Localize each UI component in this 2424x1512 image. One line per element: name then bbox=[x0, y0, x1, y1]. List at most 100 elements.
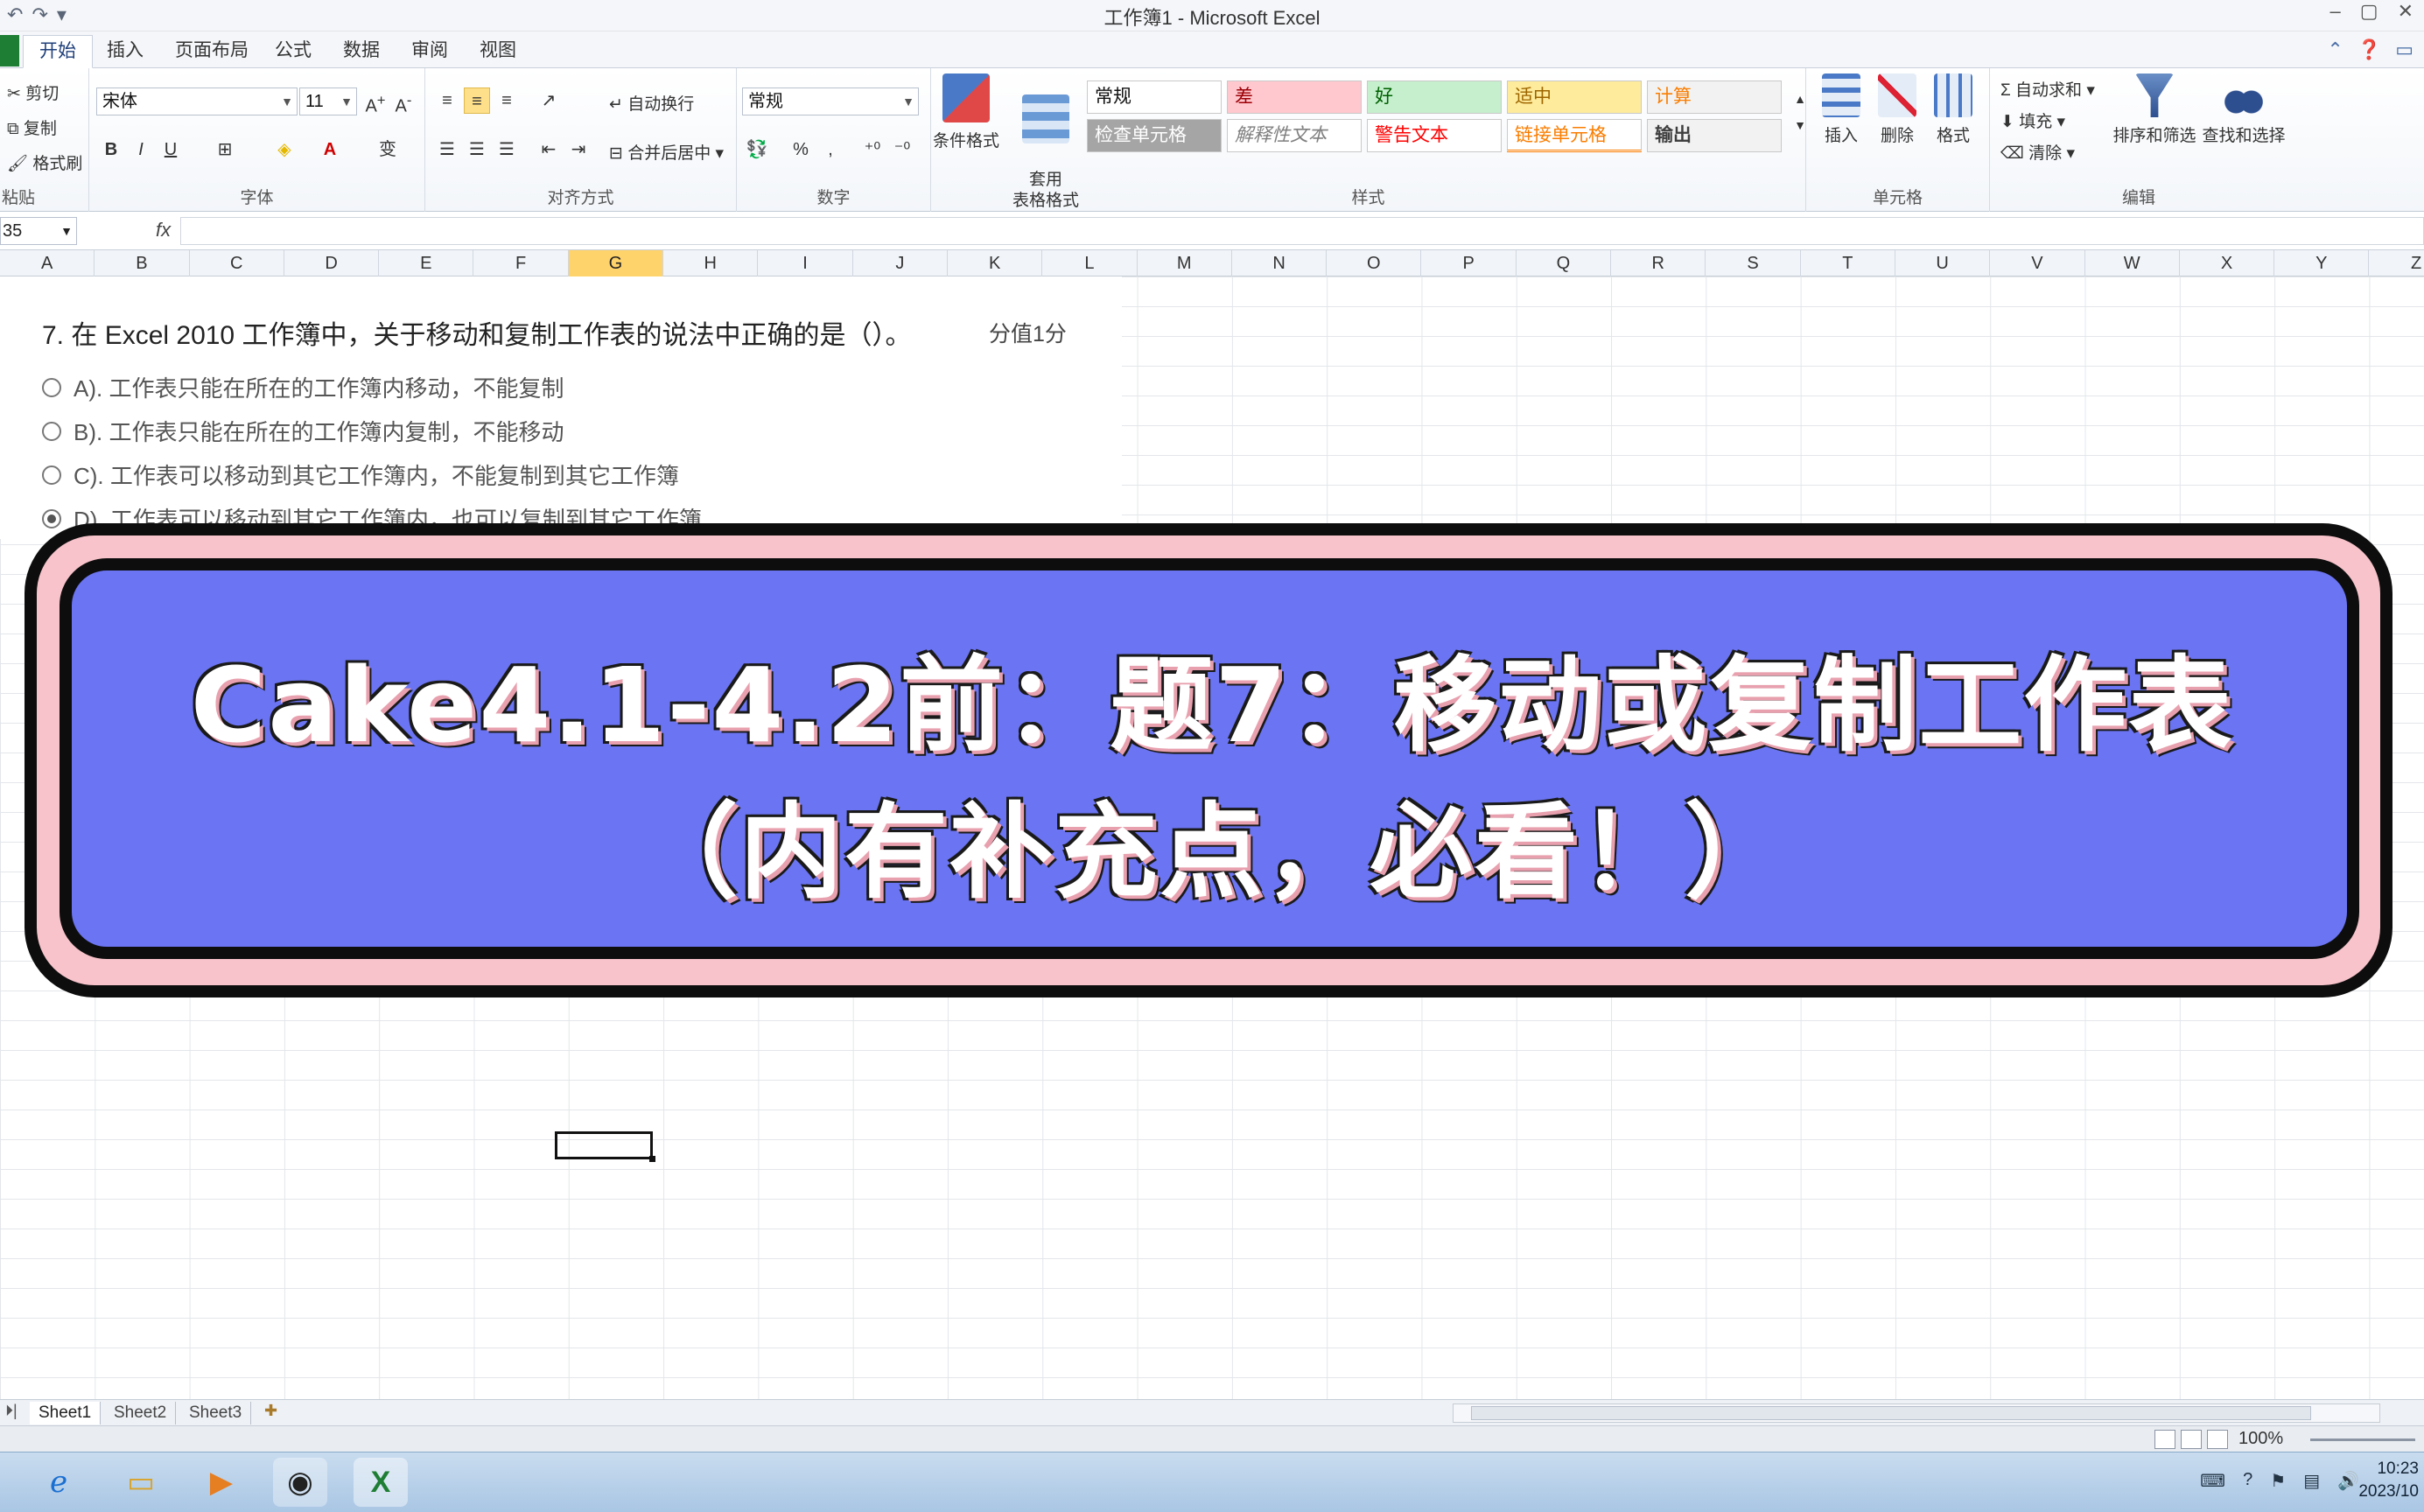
column-header-p[interactable]: P bbox=[1422, 250, 1517, 276]
font-color-icon[interactable]: A bbox=[317, 136, 343, 163]
page-break-view-icon[interactable] bbox=[2207, 1430, 2228, 1449]
tab-insert[interactable]: 插入 bbox=[91, 35, 159, 68]
horizontal-scrollbar[interactable] bbox=[1453, 1404, 2380, 1423]
fill-button[interactable]: ⬇ 填充 ▾ bbox=[2000, 108, 2065, 132]
minimize-button[interactable]: – bbox=[2330, 0, 2341, 23]
phonetic-icon[interactable]: 变 bbox=[375, 136, 401, 163]
column-header-h[interactable]: H bbox=[663, 250, 759, 276]
cut-button[interactable]: ✂ 剪切 bbox=[7, 80, 59, 104]
tab-formulas[interactable]: 公式 bbox=[259, 35, 327, 68]
tab-home[interactable]: 开始 bbox=[23, 35, 93, 68]
format-cells-button[interactable]: 格式 bbox=[1927, 74, 1979, 146]
fill-color-icon[interactable]: ◈ bbox=[271, 136, 298, 163]
column-header-e[interactable]: E bbox=[379, 250, 474, 276]
help-tray-icon[interactable]: ? bbox=[2243, 1470, 2252, 1492]
restore-window-icon[interactable]: ▭ bbox=[2395, 38, 2413, 61]
underline-icon[interactable]: U bbox=[158, 136, 184, 163]
decrease-decimal-icon[interactable]: ⁻⁰ bbox=[889, 136, 915, 163]
media-player-icon[interactable]: ▶ bbox=[194, 1458, 249, 1507]
tab-page-layout[interactable]: 页面布局 bbox=[159, 35, 264, 68]
column-header-u[interactable]: U bbox=[1895, 250, 1991, 276]
decrease-indent-icon[interactable]: ⇤ bbox=[536, 136, 562, 163]
grow-font-icon[interactable]: A+ bbox=[362, 88, 389, 116]
style-bad[interactable]: 差 bbox=[1227, 80, 1362, 114]
file-tab[interactable] bbox=[0, 35, 19, 66]
format-as-table-button[interactable]: 套用 表格格式 bbox=[1005, 74, 1087, 233]
column-header-v[interactable]: V bbox=[1990, 250, 2085, 276]
font-name-combo[interactable]: 宋体 ▼ bbox=[96, 88, 298, 116]
volume-icon[interactable]: 🔊 bbox=[2337, 1470, 2359, 1492]
style-linked-cell[interactable]: 链接单元格 bbox=[1507, 119, 1642, 152]
column-header-q[interactable]: Q bbox=[1517, 250, 1612, 276]
align-middle-icon[interactable]: ≡ bbox=[464, 88, 490, 114]
column-header-g[interactable]: G bbox=[568, 250, 664, 276]
column-header-i[interactable]: I bbox=[758, 250, 853, 276]
tab-review[interactable]: 审阅 bbox=[396, 35, 464, 68]
page-layout-view-icon[interactable] bbox=[2181, 1430, 2202, 1449]
style-output[interactable]: 输出 bbox=[1647, 119, 1782, 152]
zoom-level[interactable]: 100% bbox=[2238, 1429, 2283, 1449]
column-header-o[interactable]: O bbox=[1327, 250, 1422, 276]
comma-style-button[interactable]: , bbox=[817, 136, 844, 163]
maximize-button[interactable]: ▢ bbox=[2360, 0, 2378, 23]
wrap-text-button[interactable]: ↵ 自动换行 bbox=[609, 91, 694, 115]
ribbon-collapse-icon[interactable]: ⌃ bbox=[2327, 38, 2343, 61]
ie-icon[interactable]: ℯ bbox=[32, 1458, 86, 1507]
column-header-j[interactable]: J bbox=[853, 250, 948, 276]
shrink-font-icon[interactable]: A- bbox=[390, 88, 417, 116]
new-sheet-icon[interactable]: ✚ bbox=[264, 1402, 277, 1420]
column-header-w[interactable]: W bbox=[2085, 250, 2180, 276]
sheet-tab-3[interactable]: Sheet3 bbox=[180, 1402, 252, 1424]
column-header-y[interactable]: Y bbox=[2274, 250, 2370, 276]
increase-decimal-icon[interactable]: ⁺⁰ bbox=[859, 136, 886, 163]
column-header-s[interactable]: S bbox=[1706, 250, 1801, 276]
radio-icon[interactable] bbox=[42, 421, 61, 441]
percent-style-button[interactable]: % bbox=[788, 136, 814, 163]
style-normal[interactable]: 常规 bbox=[1087, 80, 1222, 114]
style-explanatory[interactable]: 解释性文本 bbox=[1227, 119, 1362, 152]
align-bottom-icon[interactable]: ≡ bbox=[494, 88, 520, 114]
keyboard-icon[interactable]: ⌨ bbox=[2200, 1470, 2225, 1492]
style-neutral[interactable]: 适中 bbox=[1507, 80, 1642, 114]
sort-filter-button[interactable]: 排序和筛选 bbox=[2111, 74, 2198, 146]
excel-icon[interactable]: X bbox=[354, 1458, 408, 1507]
column-header-l[interactable]: L bbox=[1042, 250, 1138, 276]
align-left-icon[interactable]: ☰ bbox=[434, 136, 460, 163]
help-icon[interactable]: ❓ bbox=[2357, 38, 2381, 61]
border-icon[interactable]: ⊞ bbox=[212, 136, 238, 163]
option-b[interactable]: B). 工作表只能在所在的工作簿内复制，不能移动 bbox=[42, 415, 564, 447]
format-painter-button[interactable]: 🖌 格式刷 bbox=[7, 150, 82, 174]
tab-data[interactable]: 数据 bbox=[327, 35, 396, 68]
clock[interactable]: 10:23 2023/10 bbox=[2358, 1458, 2419, 1503]
number-format-combo[interactable]: 常规 ▼ bbox=[742, 88, 919, 116]
column-header-f[interactable]: F bbox=[474, 250, 569, 276]
radio-selected-icon[interactable] bbox=[42, 508, 61, 528]
clear-button[interactable]: ⌫ 清除 ▾ bbox=[2000, 140, 2075, 164]
network-icon[interactable]: ▤ bbox=[2303, 1470, 2320, 1492]
style-good[interactable]: 好 bbox=[1367, 80, 1502, 114]
radio-icon[interactable] bbox=[42, 377, 61, 397]
column-header-n[interactable]: N bbox=[1232, 250, 1328, 276]
find-select-button[interactable]: 查找和选择 bbox=[2200, 74, 2287, 146]
bold-icon[interactable]: B bbox=[98, 136, 124, 163]
font-size-combo[interactable]: 11 ▼ bbox=[299, 88, 357, 116]
column-header-m[interactable]: M bbox=[1138, 250, 1232, 276]
column-header-k[interactable]: K bbox=[948, 250, 1043, 276]
copy-button[interactable]: ⧉ 复制 bbox=[7, 116, 57, 139]
style-check-cell[interactable]: 检查单元格 bbox=[1087, 119, 1222, 152]
formula-input[interactable] bbox=[180, 217, 2424, 245]
column-header-a[interactable]: A bbox=[0, 250, 95, 276]
align-right-icon[interactable]: ☰ bbox=[494, 136, 520, 163]
column-header-x[interactable]: X bbox=[2180, 250, 2275, 276]
column-header-z[interactable]: Z bbox=[2370, 250, 2424, 276]
radio-icon[interactable] bbox=[42, 465, 61, 485]
italic-icon[interactable]: I bbox=[128, 136, 154, 163]
style-calculation[interactable]: 计算 bbox=[1647, 80, 1782, 114]
scrollbar-thumb[interactable] bbox=[1471, 1406, 2311, 1420]
normal-view-icon[interactable] bbox=[2154, 1430, 2175, 1449]
column-header-r[interactable]: R bbox=[1611, 250, 1706, 276]
zoom-slider[interactable] bbox=[2310, 1438, 2415, 1441]
style-warning[interactable]: 警告文本 bbox=[1367, 119, 1502, 152]
insert-function-icon[interactable]: fx bbox=[156, 219, 171, 242]
orientation-icon[interactable]: ↗ bbox=[536, 88, 562, 114]
